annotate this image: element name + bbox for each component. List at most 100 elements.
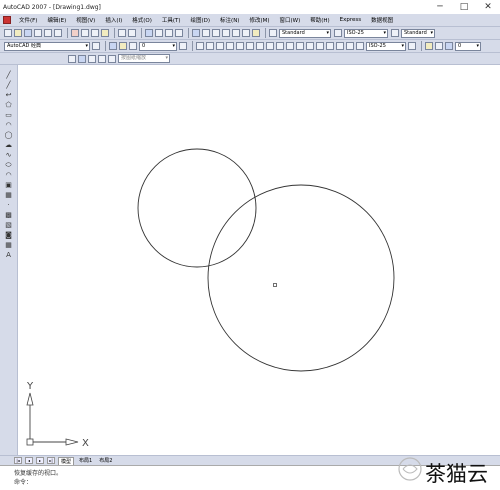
table-style-combo[interactable]: Standard ▾ xyxy=(401,28,435,38)
prev-tab-button[interactable]: ◂ xyxy=(25,457,33,464)
small-circle[interactable] xyxy=(137,148,257,268)
text-style-icon[interactable] xyxy=(269,29,277,37)
dim-style-manager-icon[interactable] xyxy=(408,42,416,50)
zoom-realtime-icon[interactable] xyxy=(155,29,163,37)
next-tab-button[interactable]: ▸ xyxy=(36,457,44,464)
layer-sun-right-icon[interactable] xyxy=(435,42,443,50)
dim-update-icon[interactable] xyxy=(356,42,364,50)
match-properties-icon[interactable] xyxy=(101,29,109,37)
tool-palettes-icon[interactable] xyxy=(212,29,220,37)
menu-tools[interactable]: 工具(T) xyxy=(157,16,186,24)
layer-bulb-icon[interactable] xyxy=(119,42,127,50)
make-block-icon[interactable]: ▦ xyxy=(4,191,13,199)
dim-diameter-icon[interactable] xyxy=(256,42,264,50)
gradient-icon[interactable]: ▧ xyxy=(4,221,13,229)
convert-object-viewport-icon[interactable] xyxy=(98,54,106,63)
insert-block-icon[interactable]: ▣ xyxy=(4,181,13,189)
layer-lock-right-icon[interactable] xyxy=(445,42,453,50)
text-style-combo[interactable]: Standard ▾ xyxy=(279,28,331,38)
mtext-icon[interactable]: A xyxy=(4,251,13,259)
table-icon[interactable]: ▦ xyxy=(4,241,13,249)
dim-ordinate-icon[interactable] xyxy=(226,42,234,50)
tolerance-icon[interactable] xyxy=(316,42,324,50)
menu-file[interactable]: 文件(F) xyxy=(14,16,42,24)
menu-edit[interactable]: 编辑(E) xyxy=(42,16,71,24)
workspace-combo[interactable]: AutoCAD 经典 ▾ xyxy=(4,41,90,51)
hatch-icon[interactable]: ▩ xyxy=(4,211,13,219)
last-tab-button[interactable]: ▸| xyxy=(47,457,55,464)
dim-jogged-icon[interactable] xyxy=(246,42,254,50)
polyline-icon[interactable]: ↩ xyxy=(4,91,13,99)
menu-format[interactable]: 格式(O) xyxy=(127,16,157,24)
large-circle[interactable] xyxy=(207,184,395,372)
viewport-scale-combo[interactable]: 按图纸缩放 ▾ xyxy=(118,54,170,63)
polygonal-viewport-icon[interactable] xyxy=(88,54,96,63)
display-viewports-icon[interactable] xyxy=(68,54,76,63)
zoom-previous-icon[interactable] xyxy=(175,29,183,37)
layer-combo-right[interactable]: 0 ▾ xyxy=(455,41,481,51)
leader-icon[interactable] xyxy=(306,42,314,50)
dim-edit-icon[interactable] xyxy=(336,42,344,50)
menu-window[interactable]: 窗口(W) xyxy=(275,16,306,24)
redo-icon[interactable] xyxy=(128,29,136,37)
layer-combo[interactable]: 0 ▾ xyxy=(139,41,177,51)
tab-layout1[interactable]: 布局1 xyxy=(77,457,94,464)
open-icon[interactable] xyxy=(14,29,22,37)
minimize-button[interactable]: ─ xyxy=(428,0,452,14)
layer-bulb-right-icon[interactable] xyxy=(425,42,433,50)
single-viewport-icon[interactable] xyxy=(78,54,86,63)
sheet-set-icon[interactable] xyxy=(222,29,230,37)
markup-icon[interactable] xyxy=(232,29,240,37)
dim-baseline-icon[interactable] xyxy=(286,42,294,50)
dim-style-combo[interactable]: ISO-25 ▾ xyxy=(344,28,388,38)
zoom-window-icon[interactable] xyxy=(165,29,173,37)
ellipse-arc-icon[interactable]: ◠ xyxy=(4,171,13,179)
print-icon[interactable] xyxy=(34,29,42,37)
dim-aligned-icon[interactable] xyxy=(206,42,214,50)
center-point-marker[interactable] xyxy=(273,283,277,287)
layer-sun-icon[interactable] xyxy=(129,42,137,50)
spline-icon[interactable]: ∿ xyxy=(4,151,13,159)
print-preview-icon[interactable] xyxy=(44,29,52,37)
layer-manager-icon[interactable] xyxy=(109,42,117,50)
menu-express[interactable]: Express xyxy=(335,17,366,23)
construction-line-icon[interactable]: ╱ xyxy=(4,81,13,89)
pan-icon[interactable] xyxy=(145,29,153,37)
drawing-canvas[interactable]: Y X xyxy=(18,65,500,455)
polygon-icon[interactable]: ⬠ xyxy=(4,101,13,109)
paste-icon[interactable] xyxy=(91,29,99,37)
help-icon[interactable] xyxy=(252,29,260,37)
dim-radius-icon[interactable] xyxy=(236,42,244,50)
publish-icon[interactable] xyxy=(54,29,62,37)
dim-angular-icon[interactable] xyxy=(266,42,274,50)
maximize-button[interactable]: □ xyxy=(452,0,476,14)
menu-draw[interactable]: 绘图(D) xyxy=(186,16,216,24)
menu-dimension[interactable]: 标注(N) xyxy=(215,16,244,24)
close-button[interactable]: ✕ xyxy=(476,0,500,14)
menu-data-view[interactable]: 数据视图 xyxy=(366,16,398,24)
cut-icon[interactable] xyxy=(71,29,79,37)
circle-icon[interactable]: ◯ xyxy=(4,131,13,139)
new-icon[interactable] xyxy=(4,29,12,37)
menu-view[interactable]: 视图(V) xyxy=(71,16,100,24)
dim-linear-icon[interactable] xyxy=(196,42,204,50)
make-current-layer-icon[interactable] xyxy=(179,42,187,50)
line-icon[interactable]: ╱ xyxy=(4,71,13,79)
properties-icon[interactable] xyxy=(192,29,200,37)
menu-help[interactable]: 帮助(H) xyxy=(305,16,334,24)
quick-dim-icon[interactable] xyxy=(276,42,284,50)
autocad-app-icon[interactable] xyxy=(3,16,11,24)
workspace-settings-icon[interactable] xyxy=(92,42,100,50)
dim-continue-icon[interactable] xyxy=(296,42,304,50)
revision-cloud-icon[interactable]: ☁ xyxy=(4,141,13,149)
dim-style-icon[interactable] xyxy=(334,29,342,37)
dim-style-combo-right[interactable]: ISO-25 ▾ xyxy=(366,41,406,51)
design-center-icon[interactable] xyxy=(202,29,210,37)
menu-modify[interactable]: 修改(M) xyxy=(244,16,274,24)
first-tab-button[interactable]: |◂ xyxy=(14,457,22,464)
clip-viewport-icon[interactable] xyxy=(108,54,116,63)
center-mark-icon[interactable] xyxy=(326,42,334,50)
dim-text-edit-icon[interactable] xyxy=(346,42,354,50)
tab-model[interactable]: 模型 xyxy=(58,456,75,465)
dim-arc-icon[interactable] xyxy=(216,42,224,50)
